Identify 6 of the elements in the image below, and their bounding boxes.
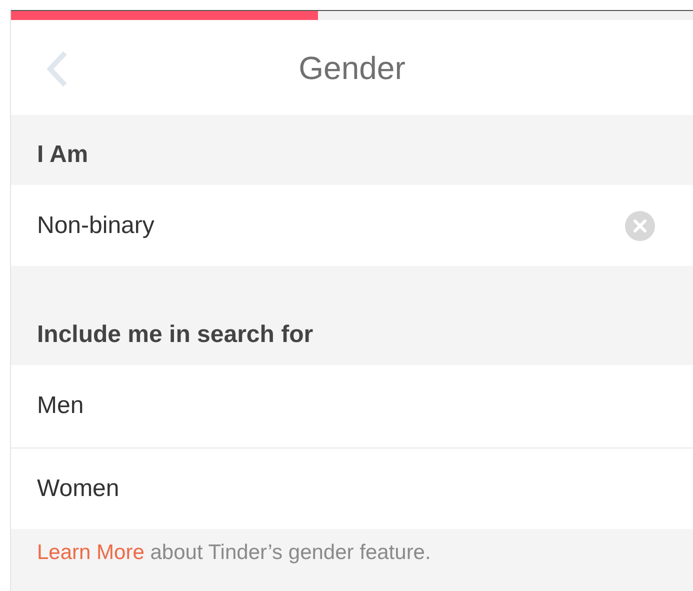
footer-note: Learn More about Tinder’s gender feature. [37, 540, 432, 566]
section-heading: Include me in search for [37, 320, 314, 350]
clear-icon[interactable] [625, 210, 655, 240]
section-heading: I Am [37, 140, 88, 170]
back-icon [45, 50, 69, 88]
page-title: Gender [298, 48, 406, 88]
